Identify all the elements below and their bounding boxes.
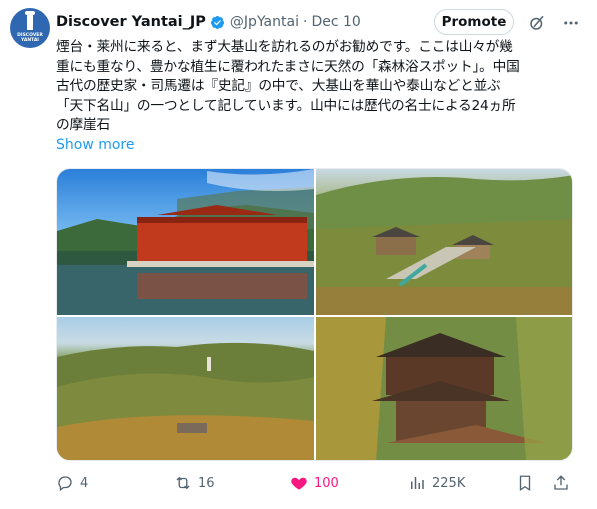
photo-grid [56, 168, 573, 461]
share-icon [554, 475, 568, 490]
promote-button[interactable]: Promote [434, 9, 514, 35]
views-count: 225K [432, 475, 466, 491]
photo-red-temple-by-lake[interactable] [57, 169, 314, 315]
avatar-text: DISCOVER YANTAI [17, 33, 43, 43]
heart-icon [291, 477, 307, 490]
more-icon[interactable] [560, 12, 582, 34]
share-button[interactable] [552, 474, 576, 492]
like-count: 100 [314, 475, 339, 491]
reply-button[interactable]: 4 [56, 474, 88, 492]
tweet-text: 煙台・莱州に来ると、まず大基山を訪れるのがお勧めです。ここは山々が幾 重にも重な… [56, 39, 520, 133]
grok-icon[interactable] [526, 12, 548, 34]
photo-temple-complex-on-hillside[interactable] [316, 169, 572, 315]
separator: · [302, 14, 308, 30]
show-more-link[interactable]: Show more [56, 137, 135, 153]
analytics-icon [411, 477, 424, 489]
like-button[interactable]: 100 [290, 474, 339, 492]
display-name[interactable]: Discover Yantai_JP [56, 14, 206, 30]
bookmark-icon [519, 475, 531, 492]
tweet-date[interactable]: Dec 10 [311, 14, 360, 30]
reply-icon [58, 476, 72, 492]
repost-count: 16 [198, 475, 215, 491]
views-button[interactable]: 225K [408, 474, 465, 492]
action-bar: 4 16 100 225K [56, 474, 576, 496]
handle[interactable]: @JpYantai [230, 14, 299, 30]
tweet-header: Discover Yantai_JP @JpYantai · Dec 10 [56, 12, 361, 32]
verified-badge-icon [210, 15, 224, 29]
avatar[interactable]: DISCOVER YANTAI [10, 8, 50, 48]
reply-count: 4 [80, 475, 89, 491]
repost-icon [176, 476, 190, 490]
photo-pagoda-among-trees[interactable] [316, 317, 572, 460]
photo-mountain-valley-view[interactable] [57, 317, 314, 460]
lighthouse-icon [25, 11, 35, 30]
repost-button[interactable]: 16 [174, 474, 215, 492]
bookmark-button[interactable] [516, 474, 540, 492]
